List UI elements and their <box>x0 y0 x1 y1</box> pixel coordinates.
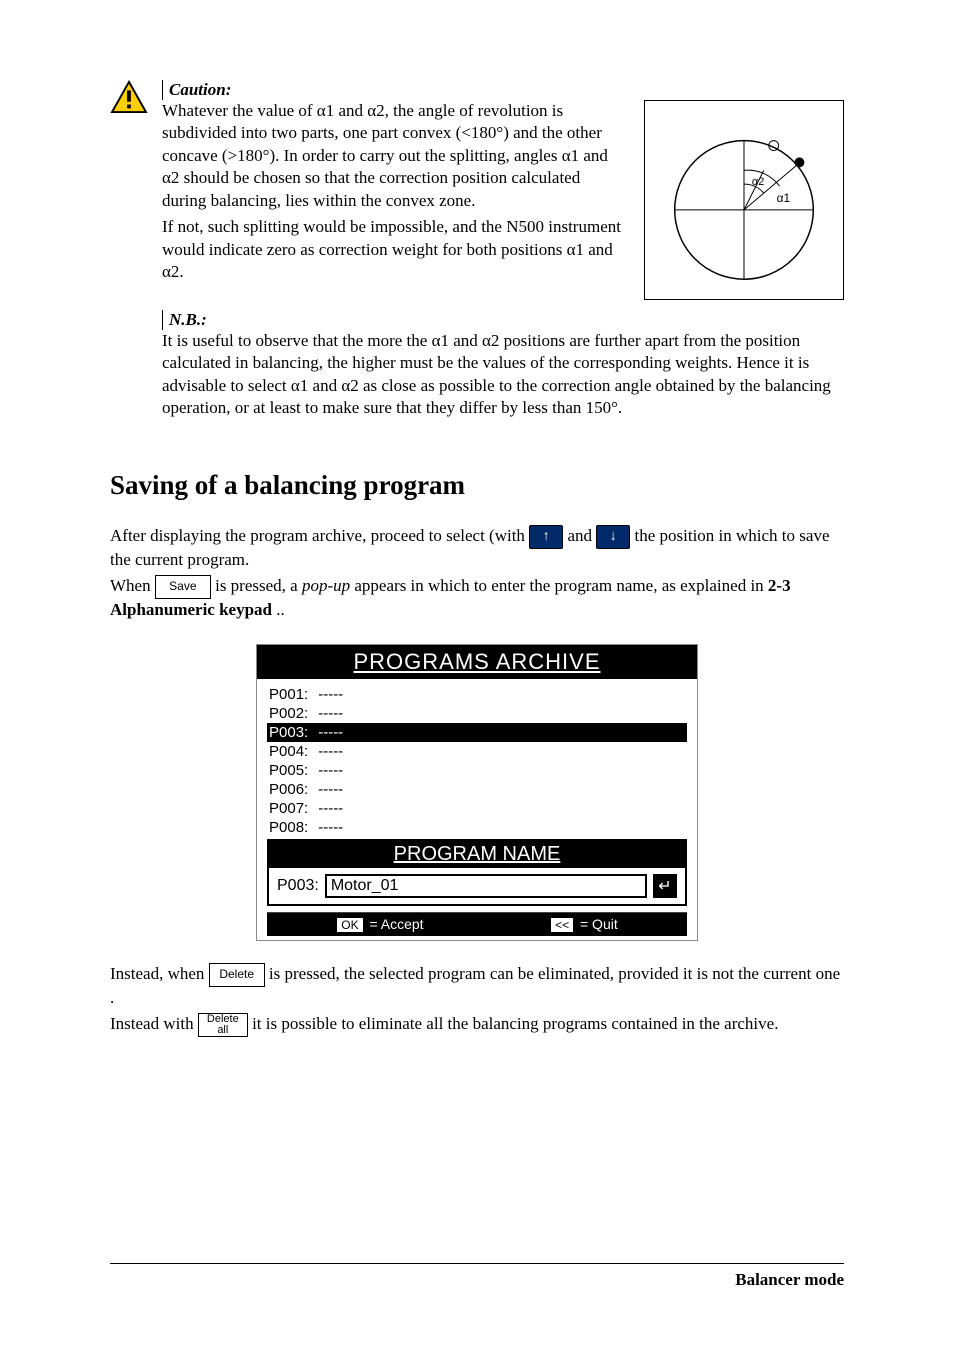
caution-figure: α1 α2 <box>644 100 844 300</box>
list-item[interactable]: P008: ----- <box>267 818 687 837</box>
nb-text: It is useful to observe that the more th… <box>162 330 844 420</box>
popup-prefix: P003: <box>277 877 319 895</box>
program-value: ----- <box>318 705 343 722</box>
body-text: When <box>110 576 155 595</box>
list-item[interactable]: P005: ----- <box>267 761 687 780</box>
program-value: ----- <box>318 800 343 817</box>
list-item[interactable]: P004: ----- <box>267 742 687 761</box>
program-id: P005: <box>269 762 308 779</box>
body-paragraph-3: Instead, when Delete is pressed, the sel… <box>110 963 844 1010</box>
program-id: P006: <box>269 781 308 798</box>
list-item[interactable]: P001: ----- <box>267 685 687 704</box>
body-text: it is possible to eliminate all the bala… <box>252 1014 778 1033</box>
footer-quit: << = Quit <box>550 916 618 933</box>
program-id: P002: <box>269 705 308 722</box>
program-list: P001: ----- P002: ----- P003: ----- P004: -----… <box>257 679 697 839</box>
ok-key[interactable]: OK <box>336 917 363 933</box>
alpha1-label: α1 <box>777 191 791 205</box>
program-name-popup: PROGRAM NAME P003: Motor_01 ↵ <box>267 839 687 906</box>
body-paragraph-1: After displaying the program archive, pr… <box>110 525 844 572</box>
body-text: Instead with <box>110 1014 198 1033</box>
return-icon[interactable]: ↵ <box>653 874 677 898</box>
program-name-input[interactable]: Motor_01 <box>325 874 647 898</box>
program-id: P003: <box>269 724 308 741</box>
program-id: P007: <box>269 800 308 817</box>
page-footer: Balancer mode <box>735 1270 844 1290</box>
footer-quit-text: = Quit <box>576 916 618 932</box>
caution-para-1: Whatever the value of α1 and α2, the ang… <box>162 100 626 212</box>
program-value: ----- <box>318 743 343 760</box>
back-key[interactable]: << <box>550 917 574 933</box>
caution-block: Caution: Whatever the value of α1 and α2… <box>110 80 844 300</box>
program-id: P004: <box>269 743 308 760</box>
list-item[interactable]: P003: ----- <box>267 723 687 742</box>
warning-icon <box>110 80 148 119</box>
popup-title: PROGRAM NAME <box>269 841 685 868</box>
delete-all-line2: all <box>207 1025 239 1036</box>
body-text: appears in which to enter the program na… <box>354 576 768 595</box>
body-text: .. <box>276 600 285 619</box>
footer-accept: OK = Accept <box>336 916 423 933</box>
program-id: P008: <box>269 819 308 836</box>
body-paragraph-2: When Save is pressed, a pop-up appears i… <box>110 575 844 622</box>
list-item[interactable]: P002: ----- <box>267 704 687 723</box>
screenshot-title: PROGRAMS ARCHIVE <box>257 645 697 679</box>
body-text: is pressed, a <box>215 576 302 595</box>
footer-rule <box>110 1263 844 1264</box>
body-text: After displaying the program archive, pr… <box>110 526 529 545</box>
program-value: ----- <box>318 686 343 703</box>
list-item[interactable]: P006: ----- <box>267 780 687 799</box>
program-value: ----- <box>318 762 343 779</box>
delete-button[interactable]: Delete <box>209 963 265 987</box>
caution-heading: Caution: <box>169 80 231 99</box>
body-paragraph-4: Instead with Delete all it is possible t… <box>110 1013 844 1037</box>
program-id: P001: <box>269 686 308 703</box>
save-button[interactable]: Save <box>155 575 211 599</box>
list-item[interactable]: P007: ----- <box>267 799 687 818</box>
body-text: and <box>567 526 596 545</box>
body-text-italic: pop-up <box>302 576 350 595</box>
arrow-down-icon[interactable]: ↓ <box>596 525 630 549</box>
nb-block: N.B.: It is useful to observe that the m… <box>162 310 844 420</box>
nb-heading: N.B.: <box>169 310 207 329</box>
program-value: ----- <box>318 724 343 741</box>
body-text: Instead, when <box>110 964 209 983</box>
arrow-up-icon[interactable]: ↑ <box>529 525 563 549</box>
screenshot-footer: OK = Accept << = Quit <box>267 912 687 936</box>
section-title: Saving of a balancing program <box>110 470 844 501</box>
program-value: ----- <box>318 781 343 798</box>
programs-archive-screenshot: PROGRAMS ARCHIVE P001:-----P002:-----P00… <box>256 644 698 941</box>
program-value: ----- <box>318 819 343 836</box>
caution-para-2: If not, such splitting would be impossib… <box>162 216 626 283</box>
footer-accept-text: = Accept <box>366 916 424 932</box>
delete-all-button[interactable]: Delete all <box>198 1013 248 1037</box>
alpha2-label: α2 <box>752 176 764 188</box>
